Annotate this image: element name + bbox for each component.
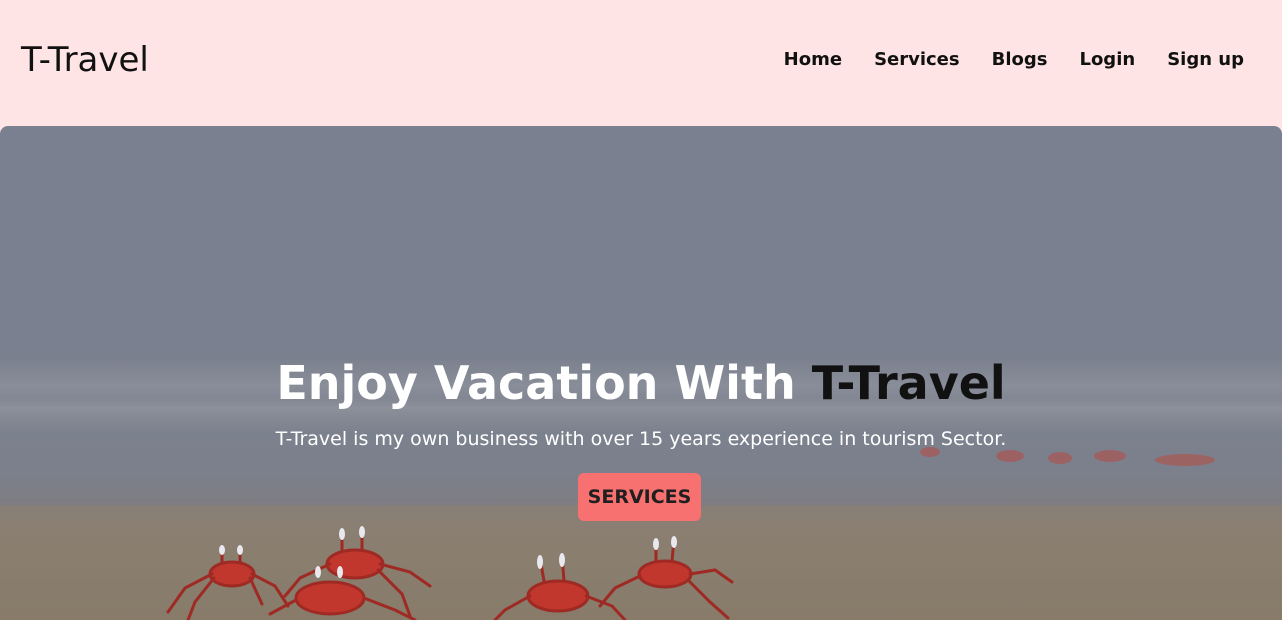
hero-title: Enjoy Vacation With T-Travel xyxy=(0,358,1282,409)
nav-item-login[interactable]: Login xyxy=(1079,49,1135,70)
hero-title-prefix: Enjoy Vacation With xyxy=(276,356,812,410)
hero-section: Enjoy Vacation With T-Travel T-Travel is… xyxy=(0,126,1282,620)
hero-title-accent: T-Travel xyxy=(811,356,1006,410)
brand-logo[interactable]: T-Travel xyxy=(21,40,149,80)
nav-item-home[interactable]: Home xyxy=(784,49,842,70)
hero-subtitle: T-Travel is my own business with over 15… xyxy=(275,428,1007,450)
services-button[interactable]: SERVICES xyxy=(578,473,701,521)
site-header: T-Travel Home Services Blogs Login Sign … xyxy=(0,0,1282,126)
nav-item-signup[interactable]: Sign up xyxy=(1167,49,1244,70)
nav-item-services[interactable]: Services xyxy=(874,49,960,70)
main-nav: Home Services Blogs Login Sign up xyxy=(784,49,1244,70)
nav-item-blogs[interactable]: Blogs xyxy=(992,49,1048,70)
